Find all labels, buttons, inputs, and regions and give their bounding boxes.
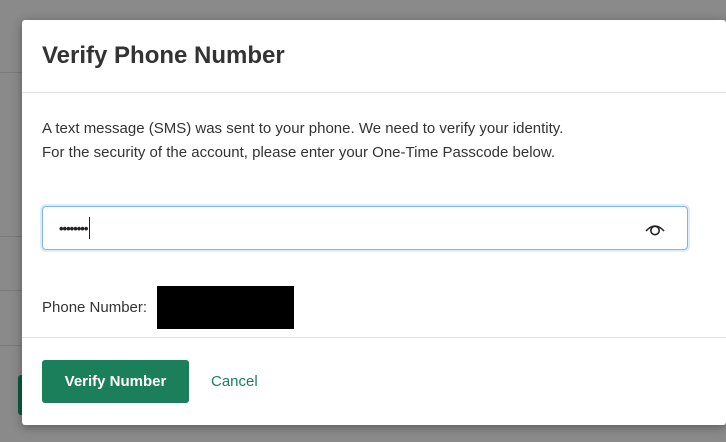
dialog-header: Verify Phone Number <box>22 20 726 93</box>
instructions-line-2: For the security of the account, please … <box>42 144 556 161</box>
instructions-line-1: A text message (SMS) was sent to your ph… <box>42 120 564 137</box>
cancel-link[interactable]: Cancel <box>211 373 258 390</box>
otp-input-value[interactable]: •••••••• <box>43 221 88 236</box>
instructions-text: A text message (SMS) was sent to your ph… <box>42 93 706 165</box>
verify-phone-dialog: Verify Phone Number A text message (SMS)… <box>22 20 726 425</box>
phone-number-row: Phone Number: <box>42 286 295 329</box>
dialog-title: Verify Phone Number <box>42 42 285 69</box>
phone-number-redacted <box>157 286 295 329</box>
verify-number-button[interactable]: Verify Number <box>42 360 189 403</box>
dialog-footer: Verify Number Cancel <box>22 338 726 425</box>
otp-input[interactable]: •••••••• <box>42 206 688 250</box>
text-caret <box>89 217 91 239</box>
phone-number-label: Phone Number: <box>42 299 148 316</box>
eye-icon[interactable] <box>643 218 667 238</box>
dialog-body: A text message (SMS) was sent to your ph… <box>22 93 726 338</box>
